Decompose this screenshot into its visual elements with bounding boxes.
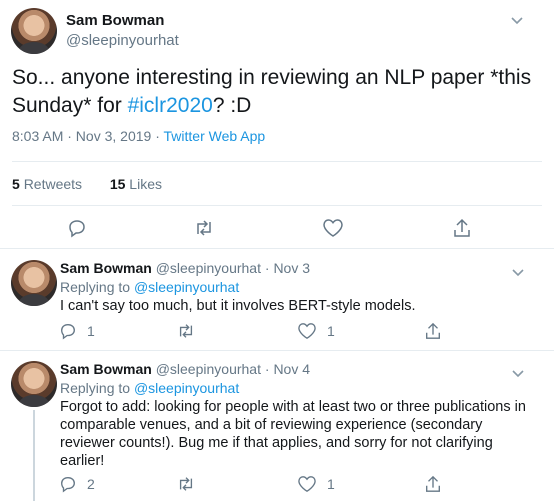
reply-button[interactable]: 2 [59,475,95,493]
reply-button[interactable]: 1 [59,322,95,340]
divider [0,248,554,249]
author-name[interactable]: Sam Bowman [60,260,152,276]
like-button[interactable]: 1 [297,475,335,493]
author-handle[interactable]: @sleepinyourhat [156,361,261,377]
replying-to-link[interactable]: @sleepinyourhat [134,279,239,295]
reply-count: 1 [87,323,95,339]
share-icon[interactable] [452,217,472,244]
like-icon [297,322,317,340]
author-name[interactable]: Sam Bowman [66,12,164,29]
tweet-time[interactable]: 8:03 AM · Nov 3, 2019 · [12,128,164,144]
retweet-icon[interactable] [176,475,196,498]
retweets-count: 5 [12,176,20,192]
share-icon[interactable] [424,321,442,346]
retweets-label: Retweets [23,176,83,192]
retweet-icon[interactable] [176,322,196,345]
share-icon[interactable] [424,474,442,499]
author-handle[interactable]: @sleepinyourhat [66,32,179,49]
reply-date[interactable]: Nov 3 [273,260,310,276]
chevron-down-icon[interactable] [512,365,524,383]
retweets-stat[interactable]: 5 Retweets [12,176,82,192]
like-icon[interactable] [322,218,344,243]
reply-count: 2 [87,476,95,492]
chevron-down-icon[interactable] [512,264,524,282]
thread-line [33,410,35,501]
reply-icon[interactable] [67,218,87,243]
avatar[interactable] [11,260,57,306]
replying-prefix: Replying to [60,279,134,295]
reply-header: Sam Bowman @sleepinyourhat · Nov 3 [60,260,310,276]
author-handle[interactable]: @sleepinyourhat [156,260,261,276]
reply-text: I can't say too much, but it involves BE… [60,298,416,314]
avatar[interactable] [11,361,57,407]
like-button[interactable]: 1 [297,322,335,340]
avatar[interactable] [11,8,57,54]
tweet-stats: 5 Retweets 15 Likes [12,176,162,192]
likes-count: 15 [109,176,126,192]
like-icon [297,475,317,493]
likes-label: Likes [129,176,162,192]
reply-icon [59,322,77,340]
hashtag-link[interactable]: #iclr2020 [128,94,213,117]
separator: · [260,361,274,377]
likes-stat[interactable]: 15 Likes [110,176,162,192]
like-count: 1 [327,476,335,492]
replying-to: Replying to @sleepinyourhat [60,279,239,295]
divider [12,161,542,162]
tweet-text-part2: ? :D [212,94,252,117]
replying-to: Replying to @sleepinyourhat [60,380,239,396]
divider [0,350,554,351]
reply-date[interactable]: Nov 4 [273,361,310,377]
reply-header: Sam Bowman @sleepinyourhat · Nov 4 [60,361,310,377]
like-count: 1 [327,323,335,339]
replying-prefix: Replying to [60,380,134,396]
divider [12,205,542,206]
author-name[interactable]: Sam Bowman [60,361,152,377]
reply-text: Forgot to add: looking for people with a… [60,399,526,469]
reply-icon [59,475,77,493]
tweet-meta: 8:03 AM · Nov 3, 2019 · Twitter Web App [12,128,265,144]
retweet-icon[interactable] [193,218,215,243]
separator: · [260,260,274,276]
replying-to-link[interactable]: @sleepinyourhat [134,380,239,396]
chevron-down-icon[interactable] [511,13,523,28]
tweet-source[interactable]: Twitter Web App [164,128,266,144]
tweet-text-part1: So... anyone interesting in reviewing an… [12,66,532,117]
tweet-text: So... anyone interesting in reviewing an… [12,64,542,120]
